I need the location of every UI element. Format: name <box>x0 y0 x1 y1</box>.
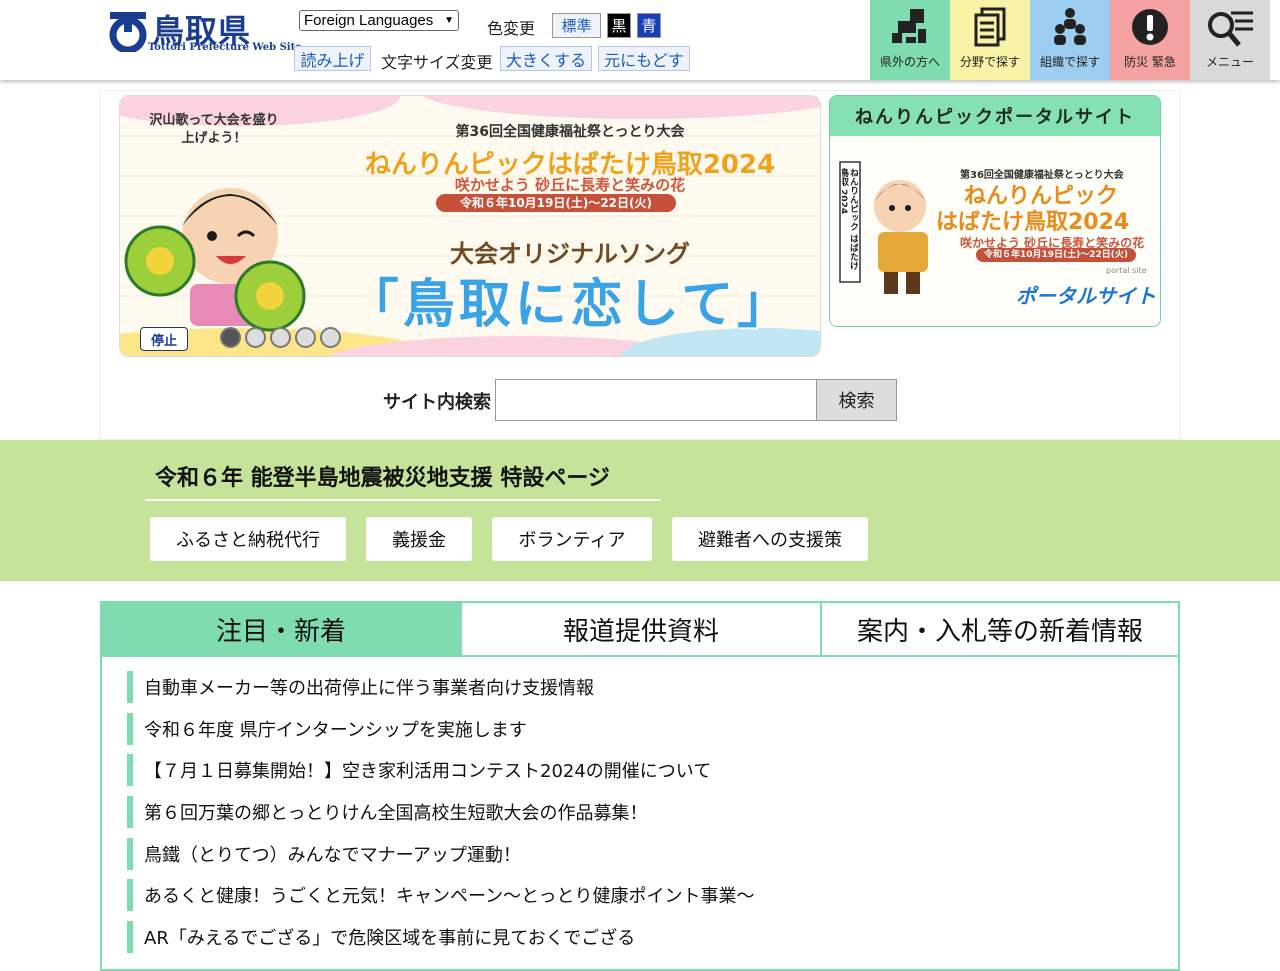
portal-main-title-2: はばたけ鳥取2024 <box>936 210 1130 235</box>
slider-dot-1[interactable] <box>220 327 241 348</box>
site-header: 鳥取県 Tottori Prefecture Web Site Foreign … <box>0 0 1280 80</box>
evacuee-support-button[interactable]: 避難者への支援策 <box>672 517 868 561</box>
site-search-button[interactable]: 検索 <box>816 379 897 421</box>
chevron-down-icon: ▼ <box>444 15 454 26</box>
nav-search-by-field[interactable]: 分野で探す <box>950 0 1030 80</box>
map-icon <box>892 9 926 43</box>
text-size-label: 文字サイズ変更 <box>381 53 493 72</box>
color-black-button[interactable]: 黒 <box>607 13 631 38</box>
portal-banner-image[interactable]: ねんりんピック はばたけ鳥取 2024 第36回全国健康福祉祭とっとり大会 ねん… <box>830 136 1160 326</box>
logo-subtitle: Tottori Prefecture Web Site <box>148 42 302 53</box>
nav-outside-visitors[interactable]: 県外の方へ <box>870 0 950 80</box>
alert-icon <box>1132 9 1168 45</box>
news-item[interactable]: 鳥鐵（とりてつ）みんなでマナーアップ運動！ <box>127 838 521 870</box>
earthquake-support-title[interactable]: 令和６年 能登半島地震被災地支援 特設ページ <box>155 460 610 492</box>
news-item[interactable]: 自動車メーカー等の出荷停止に伴う事業者向け支援情報 <box>127 671 594 703</box>
slider-date: 令和６年10月19日(土)～22日(火) <box>436 194 676 212</box>
nav-search-by-organization[interactable]: 組織で探す <box>1030 0 1110 80</box>
slider-dot-3[interactable] <box>270 327 291 348</box>
language-select[interactable]: Foreign Languages ▼ <box>299 10 459 31</box>
news-item[interactable]: 【７月１日募集開始！】空き家利活用コンテスト2024の開催について <box>127 754 711 786</box>
portal-site-text: ポータルサイト <box>1016 284 1156 308</box>
news-item[interactable]: AR「みえるでござる」で危険区域を事前に見ておくでござる <box>127 921 635 953</box>
portal-site-subtext: portal site <box>1106 266 1147 275</box>
nav-menu-label: メニュー <box>1205 55 1254 69</box>
nav-disaster-label: 防災 緊急 <box>1124 55 1176 69</box>
furusato-tax-button[interactable]: ふるさと納税代行 <box>150 517 346 561</box>
color-blue-button[interactable]: 青 <box>637 13 661 38</box>
volunteer-button[interactable]: ボランティア <box>492 517 652 561</box>
color-standard-button[interactable]: 標準 <box>552 13 601 38</box>
news-panel: 注目・新着 報道提供資料 案内・入札等の新着情報 自動車メーカー等の出荷停止に伴… <box>100 601 1180 971</box>
slider-dot-5[interactable] <box>320 327 341 348</box>
text-size-reset-button[interactable]: 元にもどす <box>598 46 690 71</box>
banner-slider[interactable]: 沢山歌って大会を盛り上げよう！ 第36回全国健康福祉祭とっとり大会 ねんりんピッ… <box>119 95 821 357</box>
tab-tender-info[interactable]: 案内・入札等の新着情報 <box>820 603 1178 657</box>
nav-org-label: 組織で探す <box>1039 55 1100 69</box>
site-search-label: サイト内検索 <box>383 392 491 413</box>
slider-theme: 咲かせよう 砂丘に長寿と笑みの花 <box>454 176 686 194</box>
news-item[interactable]: 第６回万葉の郷とっとりけん全国高校生短歌大会の作品募集！ <box>127 796 647 828</box>
portal-flag-text: ねんりんピック はばたけ鳥取 2024 <box>842 168 858 271</box>
donation-button[interactable]: 義援金 <box>366 517 472 561</box>
text-size-up-button[interactable]: 大きくする <box>500 46 592 71</box>
tab-featured-news[interactable]: 注目・新着 <box>102 603 460 657</box>
nav-disaster-emergency[interactable]: 防災 緊急 <box>1110 0 1190 80</box>
site-search-input[interactable] <box>495 379 817 421</box>
news-item[interactable]: あるくと健康！うごくと元気！キャンペーン～とっとり健康ポイント事業～ <box>127 879 755 911</box>
news-item[interactable]: 令和６年度 県庁インターンシップを実施します <box>127 713 527 745</box>
color-change-label: 色変更 <box>487 19 536 38</box>
slider-stop-button[interactable]: 停止 <box>140 327 188 351</box>
portal-heading: ねんりんピックポータルサイト <box>830 96 1160 136</box>
documents-icon <box>974 7 1006 47</box>
search-menu-icon <box>1208 11 1253 47</box>
slider-speech-bubble: 沢山歌って大会を盛り上げよう！ <box>149 113 279 146</box>
people-icon <box>1054 8 1086 45</box>
slider-dot-4[interactable] <box>295 327 316 348</box>
portal-date: 令和６年10月19日(土)～22日(火) <box>976 248 1136 262</box>
earthquake-support-band: 令和６年 能登半島地震被災地支援 特設ページ ふるさと納税代行 義援金 ボランテ… <box>0 440 1280 581</box>
read-aloud-button[interactable]: 読み上げ <box>294 46 371 71</box>
nav-menu-button[interactable]: メニュー <box>1190 0 1270 80</box>
portal-banner[interactable]: ねんりんピックポータルサイト ねんりんピック はばたけ鳥取 2024 第36回全… <box>829 95 1161 327</box>
tottori-logo-icon <box>109 12 147 52</box>
site-logo[interactable]: 鳥取県 Tottori Prefecture Web Site <box>108 8 302 58</box>
divider <box>145 499 660 501</box>
nav-field-label: 分野で探す <box>959 55 1020 69</box>
slider-song-title: 「鳥取に恋して」 <box>346 275 794 335</box>
slider-dot-2[interactable] <box>245 327 266 348</box>
slider-event-name: 第36回全国健康福祉祭とっとり大会 <box>455 124 685 140</box>
language-select-value: Foreign Languages <box>304 12 434 29</box>
tab-press-releases[interactable]: 報道提供資料 <box>460 603 820 657</box>
nav-outside-label: 県外の方へ <box>879 55 940 69</box>
